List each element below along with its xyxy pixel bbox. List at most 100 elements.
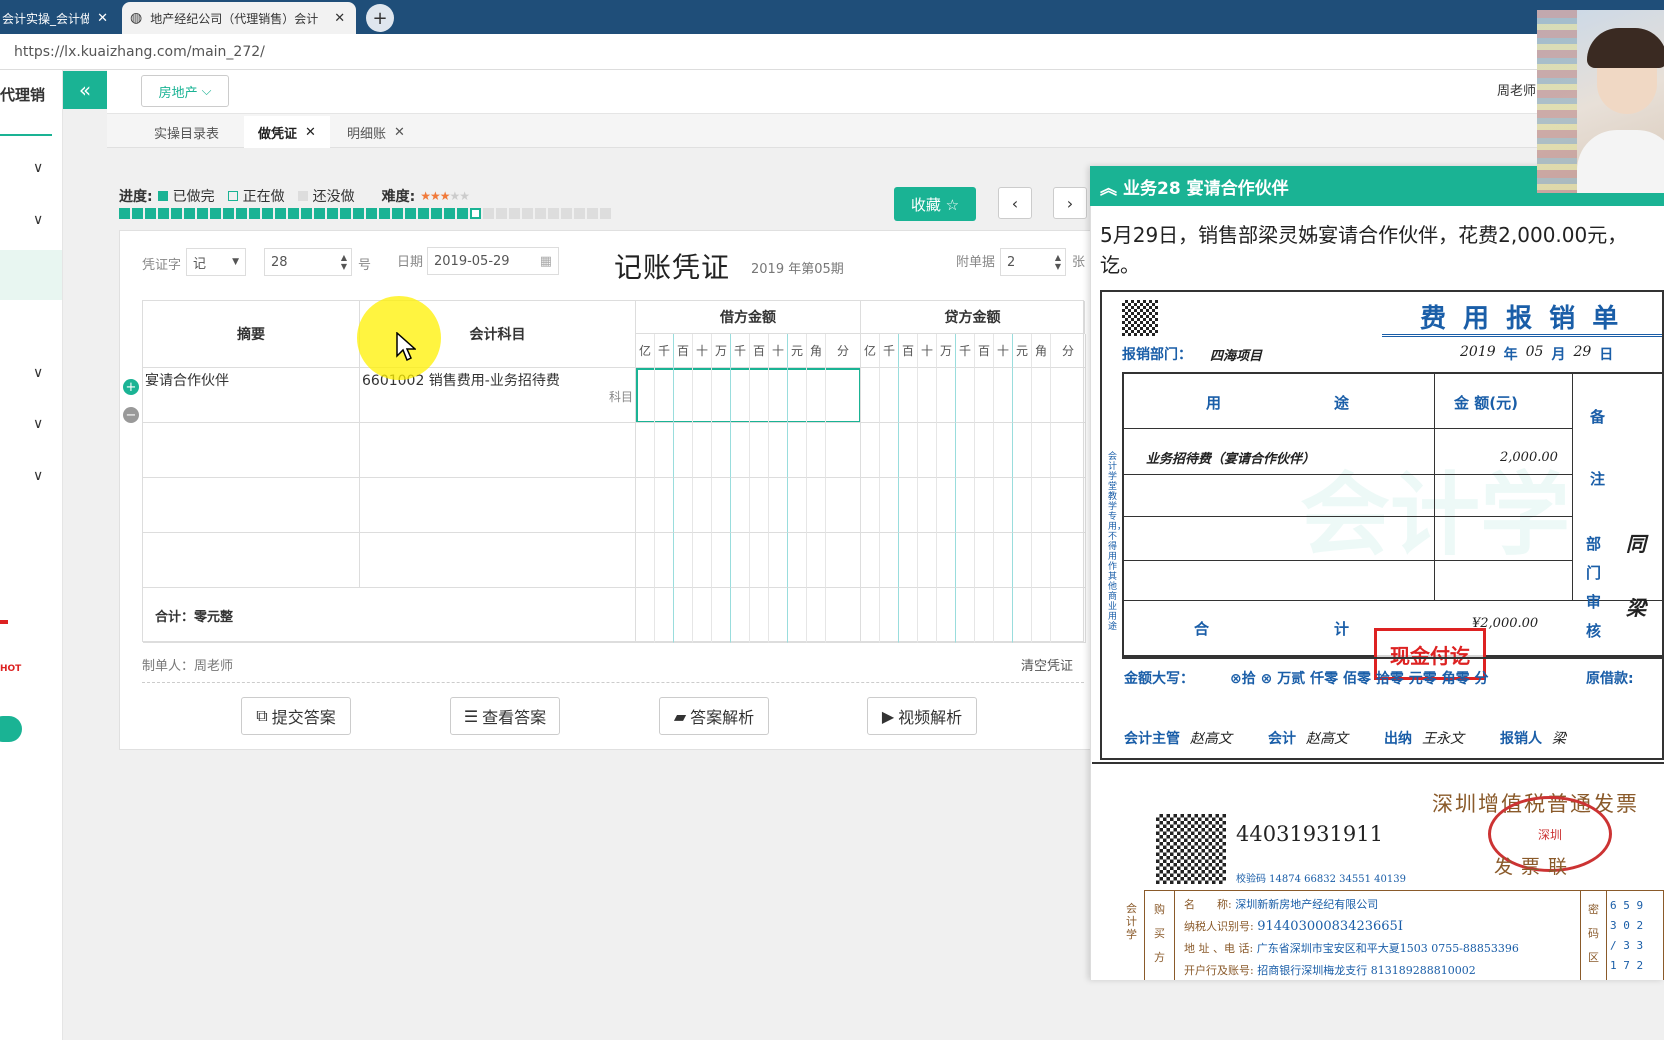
credit-digit-cell[interactable] <box>994 368 1013 423</box>
progress-step[interactable] <box>340 208 351 219</box>
credit-digit-cell[interactable] <box>975 368 994 423</box>
progress-step[interactable] <box>574 208 585 219</box>
debit-digit-cell[interactable] <box>712 423 731 478</box>
collapse-sidebar-button[interactable]: « <box>63 71 107 109</box>
debit-amount-cells[interactable] <box>636 368 861 423</box>
debit-digit-cell[interactable] <box>788 533 807 588</box>
progress-step[interactable] <box>457 208 468 219</box>
total-debit-cell[interactable] <box>674 588 693 643</box>
credit-digit-cell[interactable] <box>956 478 975 533</box>
credit-digit-cell[interactable] <box>861 368 880 423</box>
credit-digit-cell[interactable] <box>956 533 975 588</box>
debit-digit-cell[interactable] <box>674 423 693 478</box>
video-analysis-button[interactable]: ▶ 视频解析 <box>867 697 977 735</box>
chevron-down-icon[interactable]: ∨ <box>33 212 43 228</box>
credit-amount-cells[interactable] <box>861 368 1086 423</box>
remove-row-icon[interactable]: − <box>123 407 139 423</box>
credit-digit-cell[interactable] <box>861 423 880 478</box>
progress-step[interactable] <box>353 208 364 219</box>
answer-analysis-button[interactable]: ▰ 答案解析 <box>659 697 769 735</box>
total-debit-cell[interactable] <box>636 588 655 643</box>
credit-digit-cell[interactable] <box>1051 533 1086 588</box>
user-name[interactable]: 周老师 <box>1497 80 1536 99</box>
credit-digit-cell[interactable] <box>975 423 994 478</box>
progress-step[interactable] <box>158 208 169 219</box>
credit-digit-cell[interactable] <box>1051 478 1086 533</box>
clear-voucher-link[interactable]: 清空凭证 <box>1021 655 1073 674</box>
debit-digit-cell[interactable] <box>731 368 750 423</box>
progress-step[interactable] <box>132 208 143 219</box>
credit-digit-cell[interactable] <box>899 478 918 533</box>
debit-digit-cell[interactable] <box>750 478 769 533</box>
debit-digit-cell[interactable] <box>788 368 807 423</box>
progress-step[interactable] <box>366 208 377 219</box>
credit-digit-cell[interactable] <box>918 368 937 423</box>
voucher-number-stepper[interactable]: 28 ▲ ▼ <box>264 248 352 276</box>
progress-step[interactable] <box>522 208 533 219</box>
credit-digit-cell[interactable] <box>975 478 994 533</box>
total-credit-cell[interactable] <box>918 588 937 643</box>
debit-digit-cell[interactable] <box>769 423 788 478</box>
total-credit-cell[interactable] <box>1032 588 1051 643</box>
progress-step[interactable] <box>561 208 572 219</box>
debit-digit-cell[interactable] <box>636 368 655 423</box>
debit-digit-cell[interactable] <box>674 478 693 533</box>
credit-digit-cell[interactable] <box>937 368 956 423</box>
progress-step[interactable] <box>535 208 546 219</box>
progress-step[interactable] <box>236 208 247 219</box>
credit-digit-cell[interactable] <box>899 423 918 478</box>
progress-step[interactable] <box>392 208 403 219</box>
progress-step[interactable] <box>496 208 507 219</box>
total-debit-cell[interactable] <box>788 588 807 643</box>
credit-amount-cells[interactable] <box>861 533 1086 588</box>
summary-cell[interactable] <box>143 478 360 533</box>
debit-digit-cell[interactable] <box>769 478 788 533</box>
credit-digit-cell[interactable] <box>880 368 899 423</box>
credit-digit-cell[interactable] <box>918 533 937 588</box>
progress-step[interactable] <box>600 208 611 219</box>
debit-digit-cell[interactable] <box>712 368 731 423</box>
credit-digit-cell[interactable] <box>918 423 937 478</box>
credit-digit-cell[interactable] <box>1032 368 1051 423</box>
progress-step[interactable] <box>431 208 442 219</box>
sidebar-item-active[interactable] <box>0 250 62 300</box>
close-icon[interactable]: ✕ <box>334 11 345 26</box>
progress-step[interactable] <box>249 208 260 219</box>
credit-digit-cell[interactable] <box>937 478 956 533</box>
debit-digit-cell[interactable] <box>693 368 712 423</box>
debit-digit-cell[interactable] <box>693 423 712 478</box>
debit-amount-cells[interactable] <box>636 423 861 478</box>
debit-digit-cell[interactable] <box>769 368 788 423</box>
submit-answer-button[interactable]: ⧉ 提交答案 <box>241 697 351 735</box>
add-row-icon[interactable]: + <box>123 379 139 395</box>
progress-step[interactable] <box>444 208 455 219</box>
total-debit-cell[interactable] <box>826 588 861 643</box>
credit-digit-cell[interactable] <box>956 423 975 478</box>
debit-digit-cell[interactable] <box>636 478 655 533</box>
debit-amount-cells[interactable] <box>636 478 861 533</box>
credit-digit-cell[interactable] <box>1013 478 1032 533</box>
credit-digit-cell[interactable] <box>937 423 956 478</box>
debit-digit-cell[interactable] <box>750 368 769 423</box>
chevron-down-icon[interactable]: ∨ <box>33 416 43 432</box>
industry-dropdown[interactable]: 房地产 ⌵ <box>141 75 229 107</box>
tab-ledger[interactable]: 明细账 ✕ <box>333 116 419 148</box>
total-debit-cell[interactable] <box>769 588 788 643</box>
total-credit-cell[interactable] <box>861 588 880 643</box>
total-credit-cell[interactable] <box>975 588 994 643</box>
browser-tab[interactable]: 会计实操_会计做 ✕ <box>0 2 116 34</box>
debit-digit-cell[interactable] <box>807 478 826 533</box>
debit-digit-cell[interactable] <box>750 423 769 478</box>
credit-digit-cell[interactable] <box>880 423 899 478</box>
debit-digit-cell[interactable] <box>750 533 769 588</box>
new-tab-button[interactable]: + <box>366 4 394 32</box>
account-cell[interactable] <box>360 478 636 533</box>
credit-digit-cell[interactable] <box>1051 423 1086 478</box>
tab-catalog[interactable]: 实操目录表 <box>140 116 233 148</box>
progress-step[interactable] <box>379 208 390 219</box>
debit-digit-cell[interactable] <box>655 533 674 588</box>
credit-digit-cell[interactable] <box>1013 368 1032 423</box>
credit-digit-cell[interactable] <box>880 533 899 588</box>
favorite-button[interactable]: 收藏 ☆ <box>894 187 976 221</box>
credit-digit-cell[interactable] <box>975 533 994 588</box>
